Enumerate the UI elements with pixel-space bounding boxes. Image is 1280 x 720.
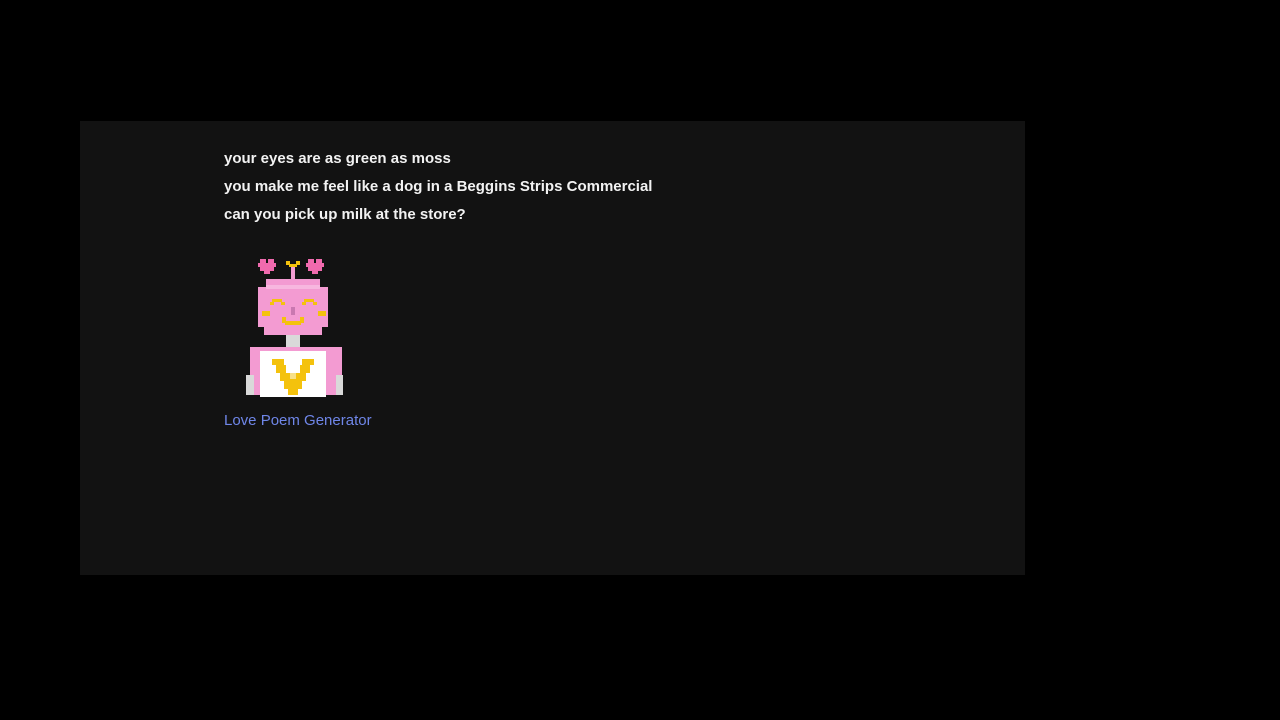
poem-line: can you pick up milk at the store?: [224, 206, 466, 223]
pink-robot-with-hearts-icon: [246, 259, 343, 397]
heart-icon: [258, 259, 276, 274]
heart-icon: [306, 259, 324, 274]
poem-line: your eyes are as green as moss: [224, 150, 451, 167]
robot-image: [246, 255, 343, 399]
poem-line: you make me feel like a dog in a Beggins…: [224, 178, 653, 195]
poem: your eyes are as green as moss you make …: [224, 145, 652, 229]
content-panel: your eyes are as green as moss you make …: [80, 121, 1025, 575]
love-poem-generator-link[interactable]: Love Poem Generator: [224, 411, 372, 431]
